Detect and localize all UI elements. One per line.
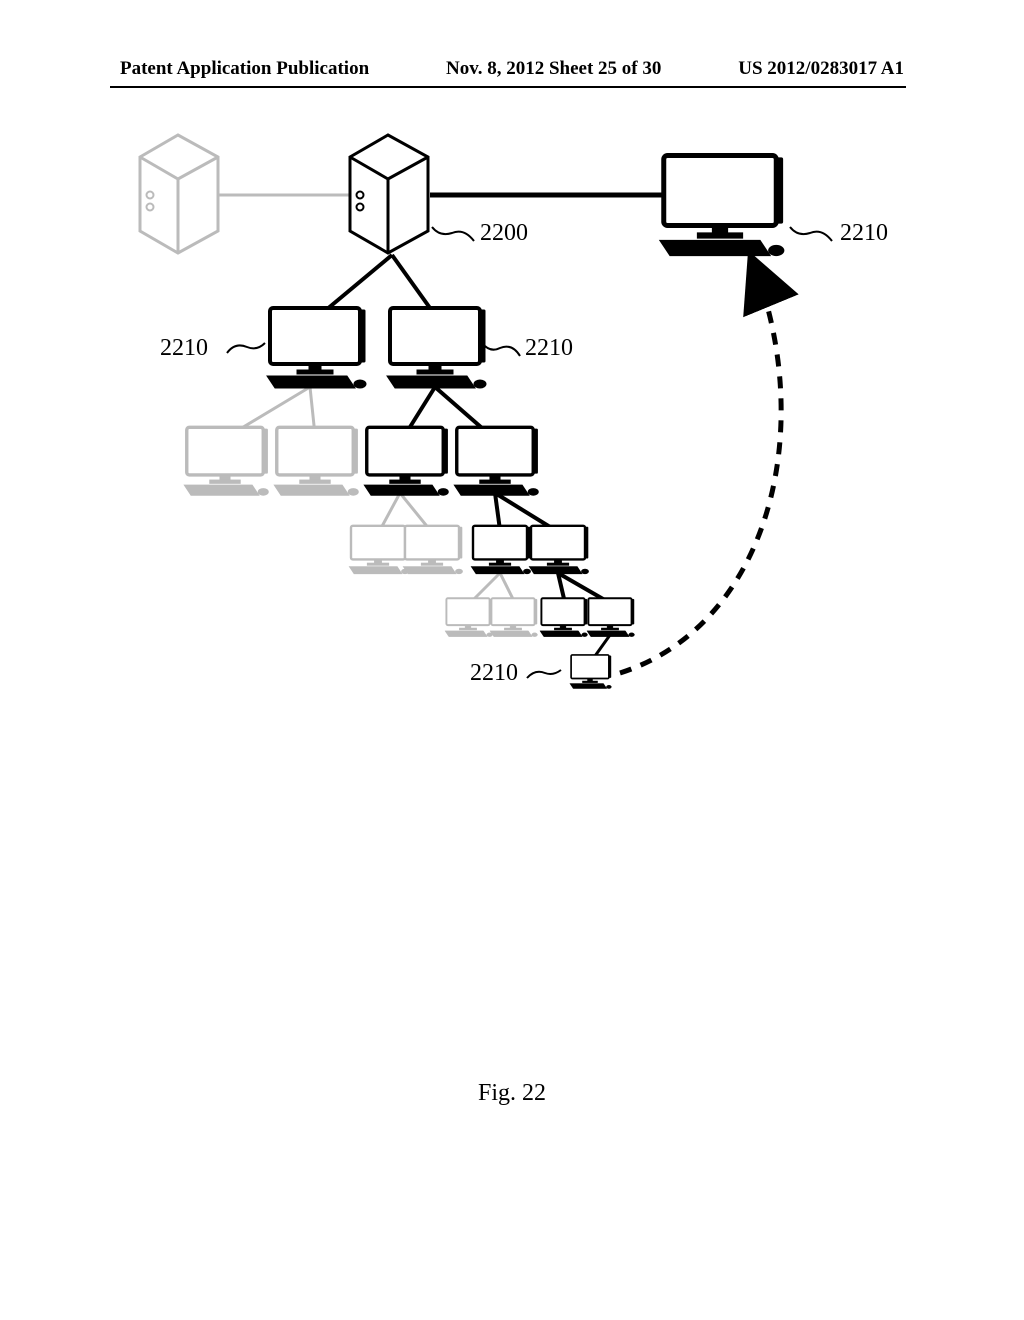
desktop-icon <box>540 598 588 636</box>
label-client-l1-left: 2210 <box>160 335 208 362</box>
header-left: Patent Application Publication <box>120 58 369 80</box>
server-secondary-icon <box>140 135 218 253</box>
label-client-bottom: 2210 <box>470 660 518 687</box>
dashed-return-arrow <box>620 255 781 673</box>
desktop-icon <box>570 655 612 689</box>
header-right: US 2012/0283017 A1 <box>738 58 904 80</box>
desktop-icon <box>387 308 486 388</box>
desktop-icon <box>454 427 538 495</box>
desktop-icon <box>403 526 462 574</box>
desktop-icon <box>364 427 448 495</box>
desktop-icon <box>184 427 268 495</box>
server-main-icon <box>350 135 428 253</box>
desktop-icon <box>274 427 358 495</box>
label-client-l1-right: 2210 <box>525 335 573 362</box>
desktop-icon <box>471 526 530 574</box>
desktop-icon <box>587 598 635 636</box>
desktop-icon <box>267 308 366 388</box>
network-diagram: 2200 2210 2210 2210 2210 <box>100 125 900 685</box>
desktop-icon <box>529 526 588 574</box>
desktop-icon <box>490 598 538 636</box>
desktop-icon <box>349 526 408 574</box>
header-rule <box>110 86 906 88</box>
desktop-icon <box>660 156 784 256</box>
header-center: Nov. 8, 2012 Sheet 25 of 30 <box>446 58 661 80</box>
figure-caption: Fig. 22 <box>0 1080 1024 1107</box>
label-client-topright: 2210 <box>840 220 888 247</box>
page-header: Patent Application Publication Nov. 8, 2… <box>0 58 1024 80</box>
desktop-icon <box>445 598 493 636</box>
label-server-main: 2200 <box>480 220 528 247</box>
